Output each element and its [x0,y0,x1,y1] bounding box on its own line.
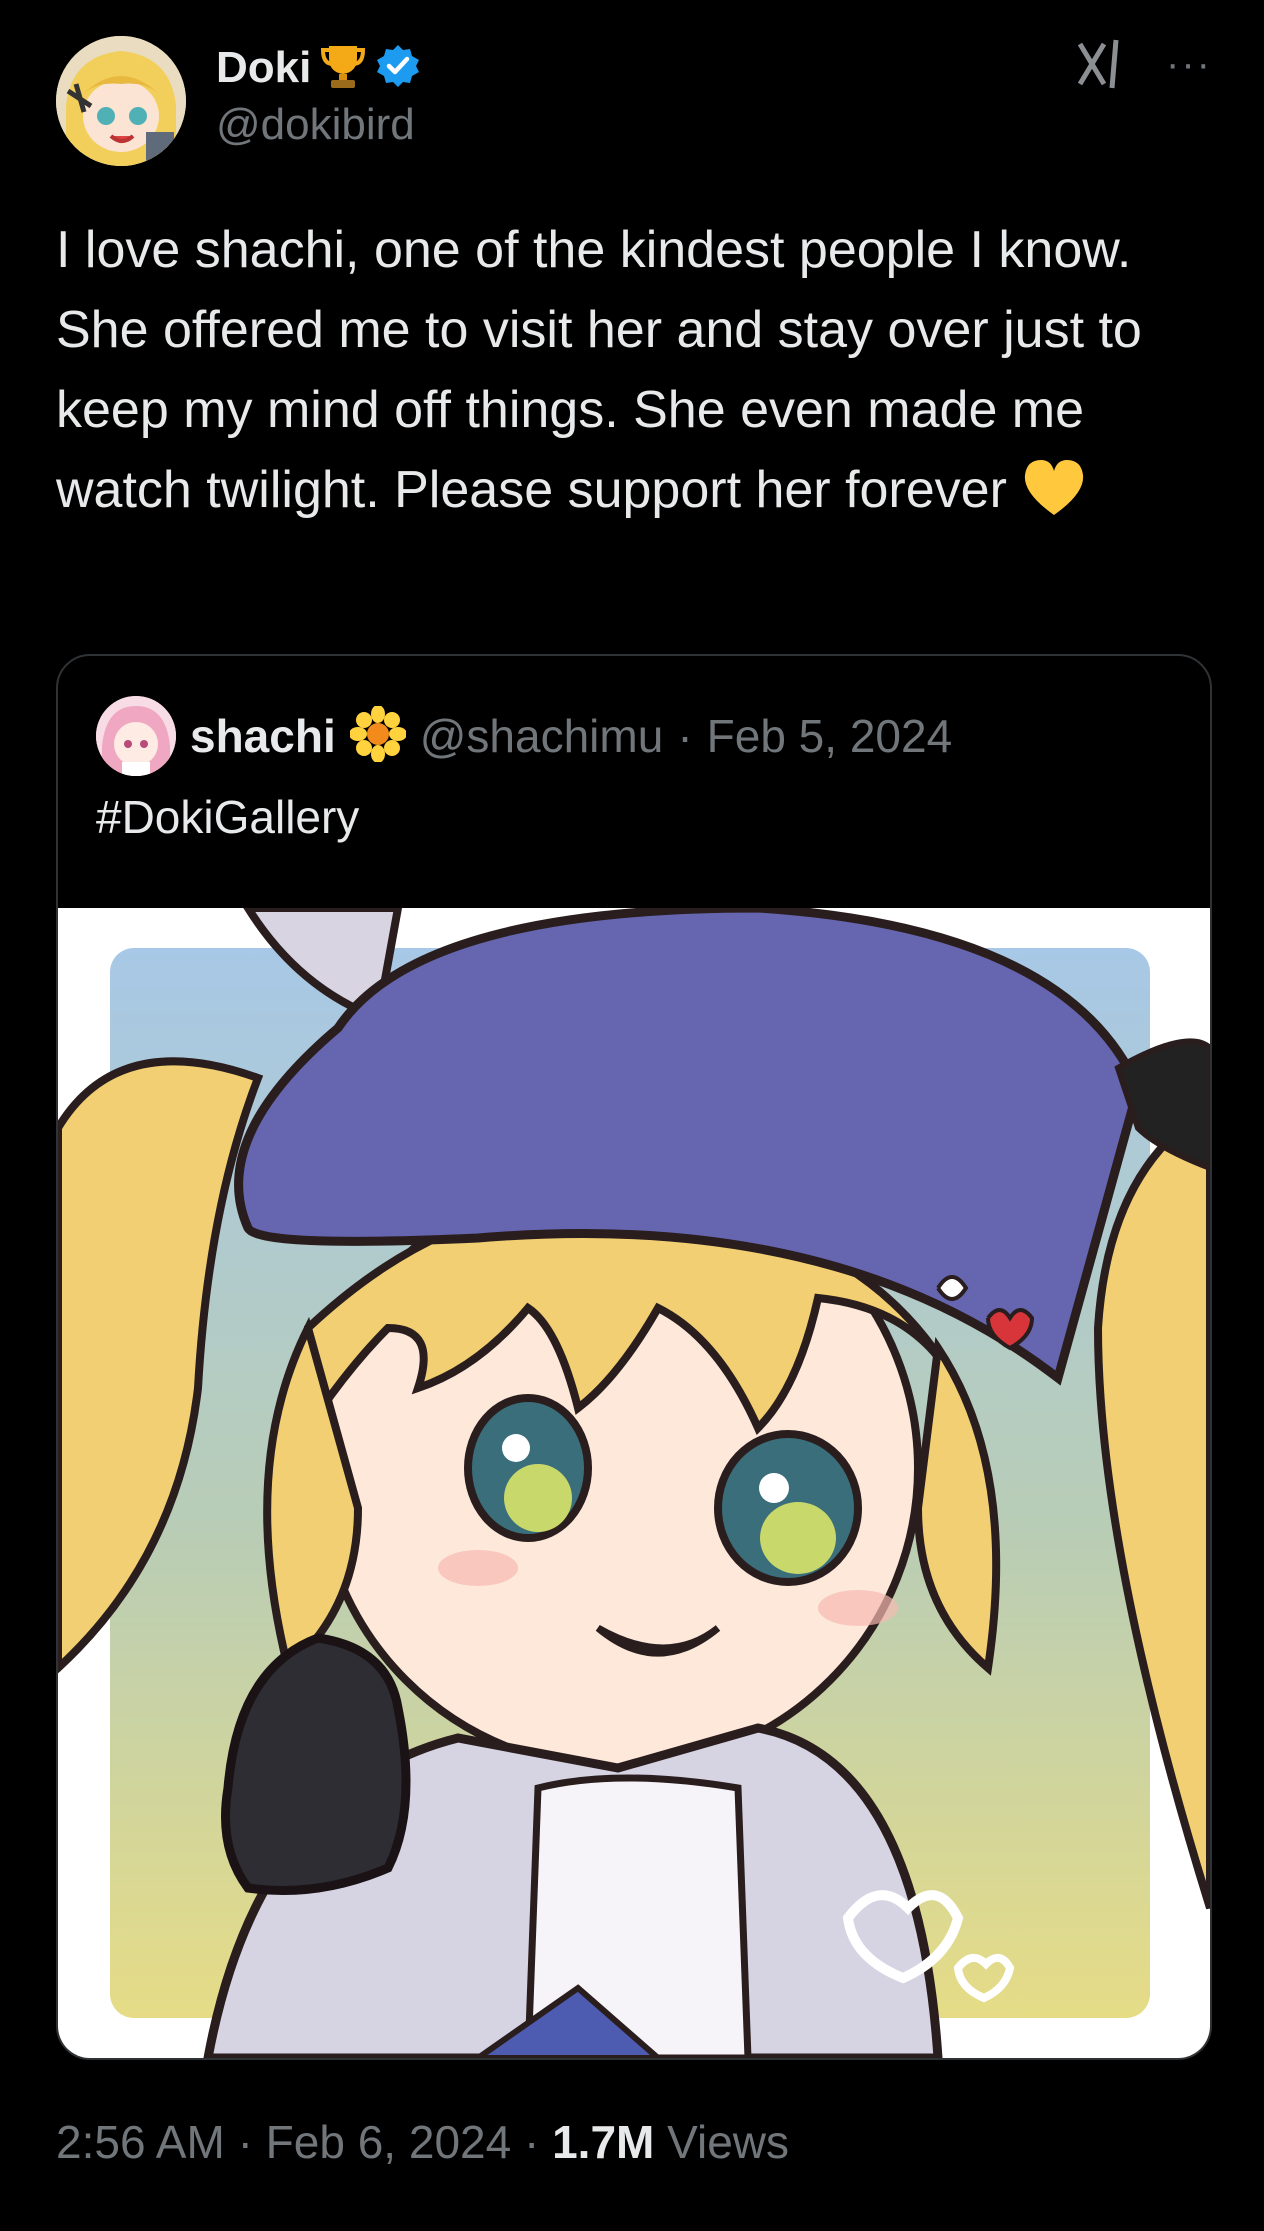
meta-separator: · [677,710,693,762]
quoted-date: Feb 5, 2024 [706,710,953,762]
footer-separator: · [237,2116,253,2168]
tweet-text: I love shachi, one of the kindest people… [56,210,1186,540]
quoted-author-name: shachi [190,710,336,762]
trophy-icon [321,42,366,95]
author-name-row: Doki [216,38,421,98]
verified-badge-icon [375,43,421,94]
grok-icon[interactable] [1074,38,1126,90]
footer-separator: · [523,2116,540,2168]
quoted-tweet-image[interactable] [58,903,1210,2058]
author-avatar[interactable] [56,36,186,166]
author-display-name[interactable]: Doki [216,43,311,93]
tweet-date[interactable]: Feb 6, 2024 [266,2116,512,2168]
header-actions: ··· [1074,38,1212,90]
quoted-author-avatar [96,696,176,776]
more-options-icon[interactable]: ··· [1166,38,1212,90]
tweet-text-content: I love shachi, one of the kindest people… [56,221,1142,519]
tweet-time[interactable]: 2:56 AM [56,2116,225,2168]
quoted-tweet-header: shachi @shachimu · Feb 5, 2024 [96,696,952,776]
tweet-header: Doki @dokibird ··· [56,36,1212,166]
quoted-tweet-card[interactable]: shachi @shachimu · Feb 5, 2024 #DokiGall… [56,654,1212,2060]
sunflower-icon [348,704,407,767]
quoted-tweet-text[interactable]: #DokiGallery [96,790,359,844]
views-count: 1.7M [552,2116,655,2168]
quoted-author-handle: @shachimu [419,710,664,762]
views-label: Views [667,2116,790,2168]
author-handle[interactable]: @dokibird [216,100,421,150]
author-name-block: Doki @dokibird [216,38,421,150]
yellow-heart-icon [1021,457,1087,540]
tweet-footer: 2:56 AM · Feb 6, 2024 · 1.7M Views [56,2115,789,2169]
